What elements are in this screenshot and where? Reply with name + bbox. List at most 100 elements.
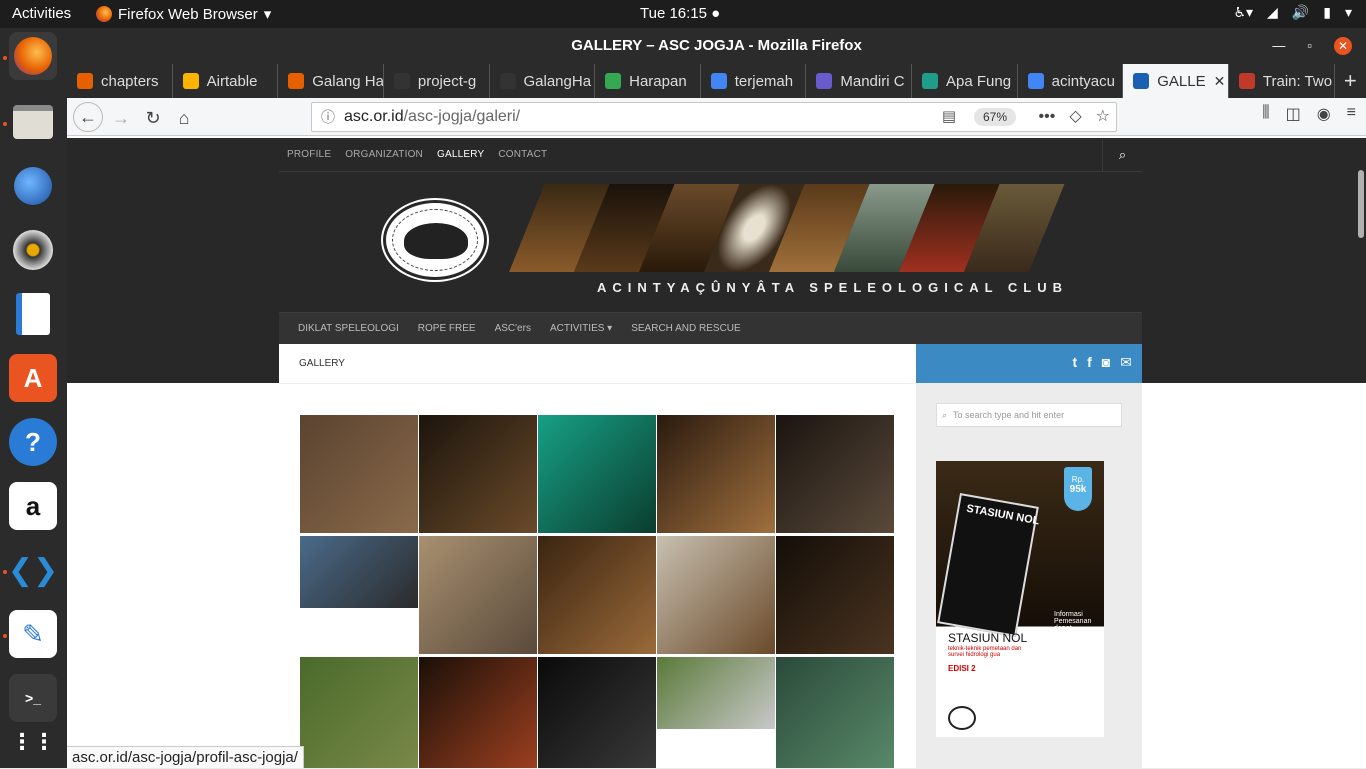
back-button[interactable]: ← [73,102,103,132]
book-ad-banner[interactable]: STASIUN NOL Rp.95k STASIUN NOL teknik-te… [936,461,1104,737]
bookmark-star-icon[interactable]: ☆ [1096,103,1110,131]
rhythmbox-launcher[interactable] [9,226,57,274]
top-menu-item[interactable]: ORGANIZATION [345,149,423,160]
price-prefix: Rp. [1072,475,1084,484]
vscode-launcher[interactable]: ❮❯ [9,546,57,594]
top-menu-item[interactable]: CONTACT [498,149,547,160]
sub-menu-item[interactable]: SEARCH AND RESCUE [631,323,740,334]
url-bar[interactable]: ⓘ asc.or.id/asc-jogja/galeri/ ▤ 67% ••• … [311,102,1117,132]
help-launcher[interactable]: ? [9,418,57,466]
battery-icon[interactable]: ▮ [1323,4,1331,21]
volume-icon[interactable]: 🔊 [1292,4,1309,21]
gallery-thumbnail-cave-spider[interactable] [419,536,537,654]
reader-view-icon[interactable]: ▤ [942,103,956,131]
running-indicator [3,570,7,574]
top-menu-item[interactable]: GALLERY [437,149,484,160]
power-icon[interactable]: ▾ [1345,4,1352,21]
software-launcher[interactable]: A [9,354,57,402]
page-scrollbar[interactable] [1358,170,1364,238]
browser-tab[interactable]: Mandiri C [806,64,912,98]
new-tab-button[interactable]: + [1335,64,1366,98]
terminal-launcher[interactable]: >_ [9,674,57,722]
price-value: 95k [1064,484,1092,495]
show-apps-button[interactable]: ⋮⋮ [9,718,57,766]
banner-photo-strip [509,184,1065,272]
tab-label: Galang Ha [312,73,384,90]
app-menu-label: Firefox Web Browser [118,6,258,23]
menu-icon[interactable]: ≡ [1347,104,1356,124]
close-tab-icon[interactable]: ✕ [1214,73,1226,90]
system-tray[interactable]: ♿▾ ◢ 🔊 ▮ ▾ [1233,4,1352,21]
site-banner[interactable]: ACINTYAÇÛNYÂTA SPELEOLOGICAL CLUB [379,184,1031,302]
browser-tab[interactable]: project-g [384,64,490,98]
sub-menu-item[interactable]: ASC'ers [495,323,531,334]
close-window-button[interactable]: ✕ [1334,37,1352,55]
library-icon[interactable]: ⫼ [1262,104,1269,124]
gallery-thumbnail-hiking-group[interactable] [657,657,775,729]
writer-launcher[interactable] [9,290,57,338]
tab-label: Apa Fung [946,73,1011,90]
club-logo[interactable] [383,200,487,280]
social-bar: t f ◙ ✉ [916,344,1142,383]
browser-tab[interactable]: GalangHa [490,64,596,98]
app-menu[interactable]: Firefox Web Browser ▾ [96,5,271,23]
instagram-icon[interactable]: ◙ [1102,354,1110,371]
browser-tab[interactable]: Apa Fung [912,64,1018,98]
amazon-launcher[interactable]: a [9,482,57,530]
gallery-thumbnail-karst-map[interactable] [538,415,656,533]
facebook-icon[interactable]: f [1087,354,1092,371]
thunderbird-launcher[interactable] [9,162,57,210]
gallery-thumbnail-lab-sampling[interactable] [657,536,775,654]
system-top-bar: Activities Firefox Web Browser ▾ Tue 16:… [0,0,1366,28]
sidebar-search-input[interactable]: ⌕ To search type and hit enter [936,403,1122,427]
home-button[interactable]: ⌂ [170,104,198,132]
gallery-thumbnail-cave-climb[interactable] [300,415,418,533]
accessibility-icon[interactable]: ♿▾ [1233,4,1253,21]
page-actions-icon[interactable]: ••• [1039,103,1056,131]
browser-tab[interactable]: Train: Two [1229,64,1335,98]
top-menu-item[interactable]: PROFILE [287,149,331,160]
search-icon[interactable]: ⌕ [1102,138,1142,172]
browser-tab[interactable]: acintyacu [1018,64,1124,98]
browser-tab[interactable]: terjemah [701,64,807,98]
gallery-thumbnail-cave-team[interactable] [538,657,656,768]
account-icon[interactable]: ◉ [1317,104,1331,124]
firefox-launcher[interactable] [9,32,57,80]
maximize-button[interactable]: ▫ [1307,28,1312,64]
browser-tab[interactable]: chapters [67,64,173,98]
wifi-icon[interactable]: ◢ [1267,4,1278,21]
browser-tab[interactable]: GALLE✕ [1123,64,1229,98]
text-editor-launcher[interactable]: ✎ [9,610,57,658]
activities-button[interactable]: Activities [12,5,71,22]
url-path: /asc-jogja/galeri/ [404,108,521,125]
email-icon[interactable]: ✉ [1120,354,1132,371]
gallery-thumbnail-helmet-caver[interactable] [776,415,894,533]
site-info-icon[interactable]: ⓘ [321,103,335,131]
gallery-thumbnail-cave-passage[interactable] [657,415,775,533]
sub-menu-item[interactable]: ROPE FREE [418,323,476,334]
zoom-indicator[interactable]: 67% [974,108,1016,126]
sub-menu-item[interactable]: ACTIVITIES ▾ [550,323,612,334]
pocket-icon[interactable]: ◇ [1069,103,1081,131]
gallery-thumbnail-stalactites[interactable] [538,536,656,654]
gallery-thumbnail-red-suit-cave[interactable] [419,657,537,768]
sub-menu-item[interactable]: DIKLAT SPELEOLOGI [298,323,399,334]
gallery-thumbnail-forest-stream[interactable] [300,657,418,768]
browser-tab[interactable]: Galang Ha [278,64,384,98]
files-launcher[interactable] [9,98,57,146]
gallery-thumbnail-cave-column[interactable] [776,536,894,654]
gallery-thumbnail-river-jungle[interactable] [776,657,894,768]
minimize-button[interactable]: — [1272,28,1285,64]
forward-button[interactable]: → [107,104,135,132]
sidebar-search-placeholder: To search type and hit enter [953,410,1064,420]
browser-tab[interactable]: Harapan [595,64,701,98]
main-content [279,384,916,768]
gallery-thumbnail-rope-group[interactable] [300,536,418,608]
sidebar-icon[interactable]: ◫ [1286,104,1301,124]
twitter-icon[interactable]: t [1072,354,1077,371]
browser-tab[interactable]: Airtable [173,64,279,98]
tab-label: Harapan [629,73,687,90]
clock[interactable]: Tue 16:15 ● [640,5,770,22]
gallery-thumbnail-cave-dark[interactable] [419,415,537,533]
reload-button[interactable]: ↻ [139,104,167,132]
